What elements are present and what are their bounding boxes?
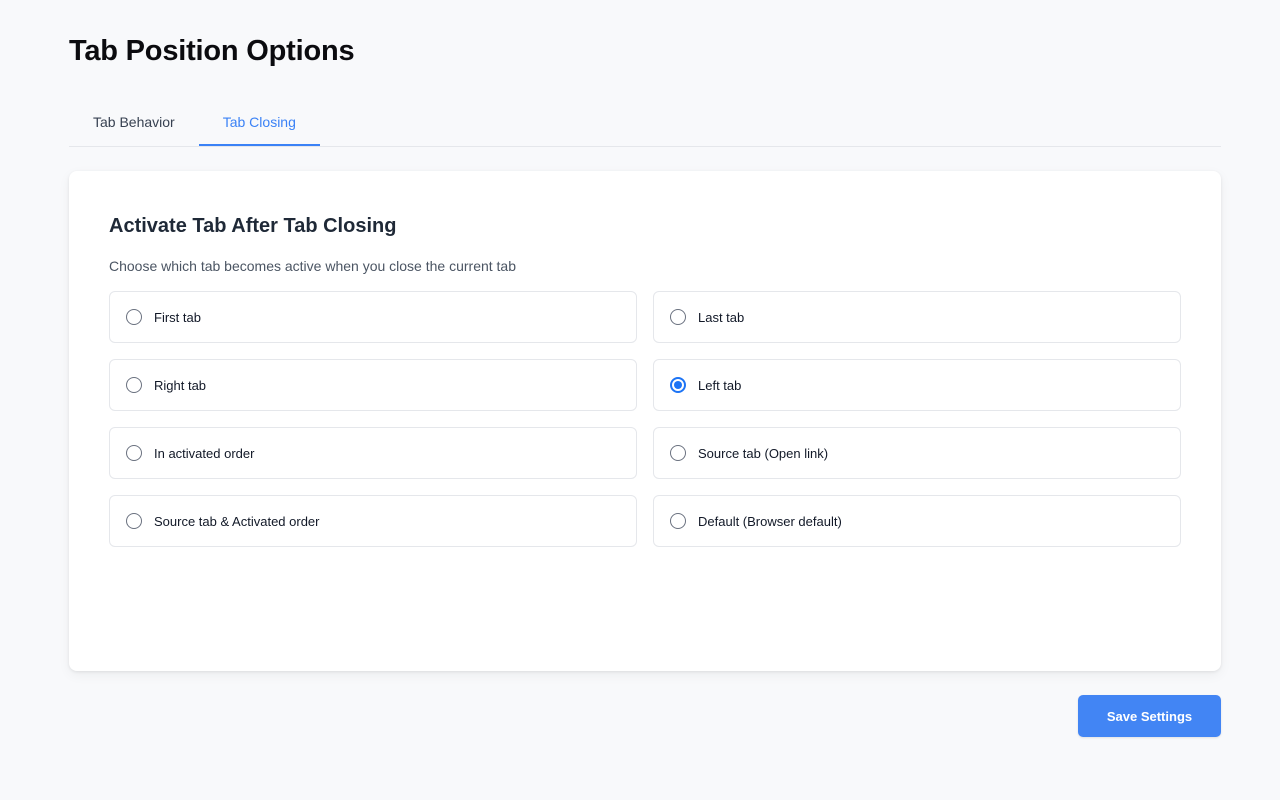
tab-bar: Tab Behavior Tab Closing bbox=[69, 100, 1221, 147]
radio-options-grid: First tab Last tab Right tab Left tab In… bbox=[109, 291, 1181, 547]
page-title: Tab Position Options bbox=[69, 35, 355, 67]
option-left-tab[interactable]: Left tab bbox=[653, 359, 1181, 411]
option-in-activated-order[interactable]: In activated order bbox=[109, 427, 637, 479]
option-browser-default[interactable]: Default (Browser default) bbox=[653, 495, 1181, 547]
option-source-tab-activated-order[interactable]: Source tab & Activated order bbox=[109, 495, 637, 547]
radio-button[interactable] bbox=[670, 445, 686, 461]
radio-button[interactable] bbox=[126, 513, 142, 529]
radio-button[interactable] bbox=[670, 309, 686, 325]
option-source-tab-open-link[interactable]: Source tab (Open link) bbox=[653, 427, 1181, 479]
option-label: Default (Browser default) bbox=[698, 513, 842, 529]
option-label: In activated order bbox=[154, 445, 255, 461]
section-description: Choose which tab becomes active when you… bbox=[109, 258, 517, 274]
radio-button[interactable] bbox=[126, 309, 142, 325]
tab-tab-closing[interactable]: Tab Closing bbox=[198, 100, 320, 146]
option-label: Left tab bbox=[698, 377, 742, 393]
settings-card: Activate Tab After Tab Closing Choose wh… bbox=[69, 171, 1221, 671]
settings-page: Tab Position Options Tab Behavior Tab Cl… bbox=[0, 0, 1280, 800]
radio-button[interactable] bbox=[126, 445, 142, 461]
option-label: Source tab & Activated order bbox=[154, 513, 320, 529]
option-last-tab[interactable]: Last tab bbox=[653, 291, 1181, 343]
option-first-tab[interactable]: First tab bbox=[109, 291, 637, 343]
radio-button[interactable] bbox=[126, 377, 142, 393]
option-label: Source tab (Open link) bbox=[698, 445, 829, 461]
section-title: Activate Tab After Tab Closing bbox=[109, 215, 397, 237]
option-label: Right tab bbox=[154, 377, 207, 393]
option-right-tab[interactable]: Right tab bbox=[109, 359, 637, 411]
option-label: First tab bbox=[154, 309, 201, 325]
radio-button[interactable] bbox=[670, 513, 686, 529]
option-label: Last tab bbox=[698, 309, 745, 325]
tab-tab-behavior[interactable]: Tab Behavior bbox=[69, 100, 199, 146]
radio-button-selected[interactable] bbox=[670, 377, 686, 393]
save-settings-button[interactable]: Save Settings bbox=[1078, 695, 1221, 737]
